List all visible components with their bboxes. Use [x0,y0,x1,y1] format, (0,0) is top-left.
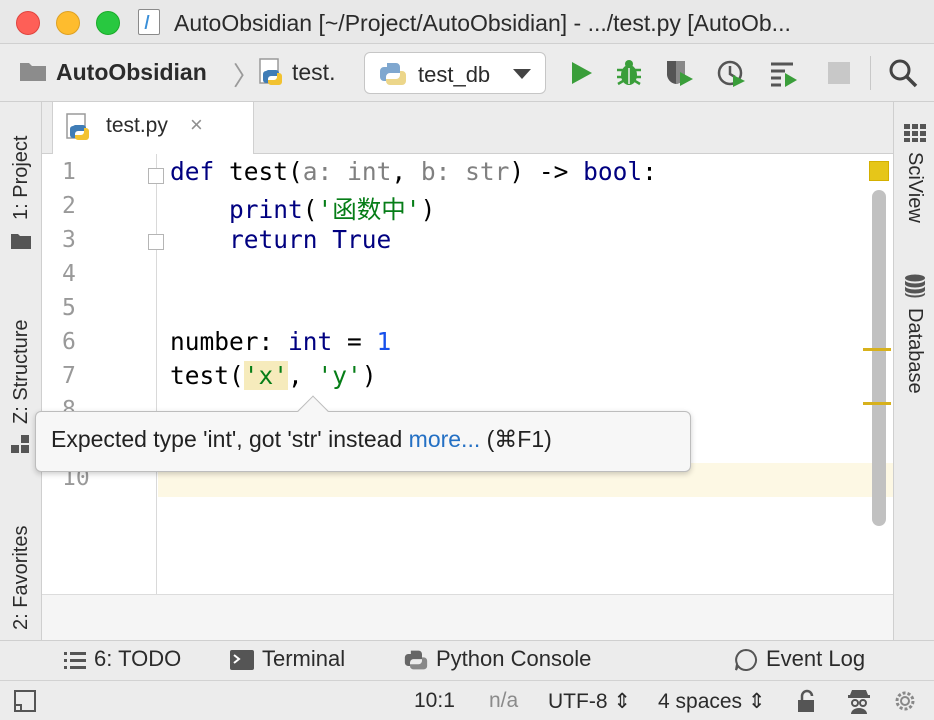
sciview-tool-button[interactable]: SciView [903,152,926,223]
sciview-icon [904,124,926,142]
line-number: 5 [62,295,76,321]
todo-tool-button[interactable]: 6: TODO [64,646,181,676]
concurrency-icon[interactable] [768,58,798,88]
code-line-7: test('x', 'y') [170,361,377,390]
run-configuration-select[interactable]: test_db [364,52,546,94]
tooltip-shortcut: (⌘F1) [480,426,552,452]
project-tool-button[interactable]: 1: Project [10,136,33,220]
tab-test-py[interactable]: test.py × [52,102,254,154]
terminal-tool-button[interactable]: Terminal [230,646,345,676]
type-warning-highlight: 'x' [243,361,289,390]
line-number: 7 [62,363,76,389]
fold-marker-icon[interactable] [148,234,164,250]
code-line-2: print('函数中') [229,195,436,224]
profile-icon[interactable] [716,58,746,88]
event-log-label: Event Log [766,646,866,671]
fold-marker-icon[interactable] [148,168,164,184]
structure-icon [11,435,29,453]
folder-icon [11,234,31,249]
terminal-label: Terminal [262,646,346,671]
tooltip-text: Expected type 'int', got 'str' instead [51,426,409,452]
status-bar: 10:1 n/a UTF-8 ⇕ 4 spaces ⇕ [0,680,934,720]
editor-bottom-area [42,594,893,640]
python-file-icon [259,58,282,85]
line-number-gutter: 1 2 3 4 5 6 7 8 9 10 [42,154,157,594]
warning-stripe[interactable] [863,348,891,351]
structure-tool-button[interactable]: Z: Structure [10,320,33,424]
editor-tab-bar: test.py × [42,102,893,154]
event-log-icon [735,649,757,672]
inspector-icon[interactable] [846,687,872,715]
chevron-down-icon [513,69,531,79]
minimize-window-button[interactable] [56,11,80,35]
more-link[interactable]: more... [409,426,481,452]
event-log-tool-button[interactable]: Event Log [734,646,865,676]
breadcrumb-separator: 〉 [233,61,260,91]
gear-icon[interactable] [892,688,920,714]
python-icon [380,63,406,85]
line-number: 1 [62,159,76,185]
todo-label: 6: TODO [94,646,182,671]
title-bar: AutoObsidian [~/Project/AutoObsidian] - … [0,0,934,44]
python-console-tool-button[interactable]: Python Console [404,646,591,676]
navigation-bar: AutoObsidian 〉 test. test_db [0,44,934,102]
left-tool-strip: 1: Project Z: Structure 2: Favorites [0,102,42,640]
inspection-status-icon[interactable] [869,161,889,181]
close-icon[interactable]: × [190,112,203,138]
search-icon[interactable] [888,58,918,88]
caret-position[interactable]: 10:1 [414,689,455,713]
run-configuration-label: test_db [418,62,491,87]
run-icon[interactable] [566,58,596,88]
database-tool-button[interactable]: Database [903,308,926,394]
code-line-1: def test(a: int, b: str) -> bool: [170,157,657,186]
folder-icon [20,63,46,81]
tab-label: test.py [106,114,168,137]
code-line-3: return True [229,225,392,254]
breadcrumb-file[interactable]: test. [292,59,335,86]
document-icon [138,9,160,35]
window-title: AutoObsidian [~/Project/AutoObsidian] - … [174,10,791,36]
vertical-scrollbar[interactable] [872,190,886,526]
tooltip-message: Expected type 'int', got 'str' instead m… [51,426,552,453]
toolbar-divider [870,56,871,90]
favorites-tool-button[interactable]: 2: Favorites [10,526,33,630]
maximize-window-button[interactable] [96,11,120,35]
line-separator-status: n/a [489,689,519,712]
stop-icon[interactable] [824,58,854,88]
code-line-6: number: int = 1 [170,327,392,356]
list-icon [64,652,86,670]
indent-select[interactable]: 4 spaces ⇕ [658,689,765,714]
terminal-icon [230,650,254,671]
encoding-select[interactable]: UTF-8 ⇕ [548,689,631,714]
debug-icon[interactable] [614,58,644,88]
toggle-tool-windows-icon[interactable] [14,690,36,712]
close-window-button[interactable] [16,11,40,35]
line-number: 6 [62,329,76,355]
warning-stripe[interactable] [863,402,891,405]
line-number: 3 [62,227,76,253]
database-icon [905,274,925,298]
breadcrumb-project[interactable]: AutoObsidian [56,59,207,86]
python-icon [404,650,428,670]
line-number: 2 [62,193,76,219]
lock-icon[interactable] [796,689,818,713]
right-tool-strip: SciView Database [893,102,934,640]
python-console-label: Python Console [436,646,592,671]
code-editor[interactable]: 1 2 3 4 5 6 7 8 9 10 def test(a: int, b:… [42,154,893,594]
python-file-icon [66,113,89,140]
coverage-icon[interactable] [664,58,694,88]
tool-window-bar: 6: TODO Terminal Python Console Event Lo… [0,640,934,680]
inspection-tooltip: Expected type 'int', got 'str' instead m… [35,395,691,472]
line-number: 4 [62,261,76,287]
